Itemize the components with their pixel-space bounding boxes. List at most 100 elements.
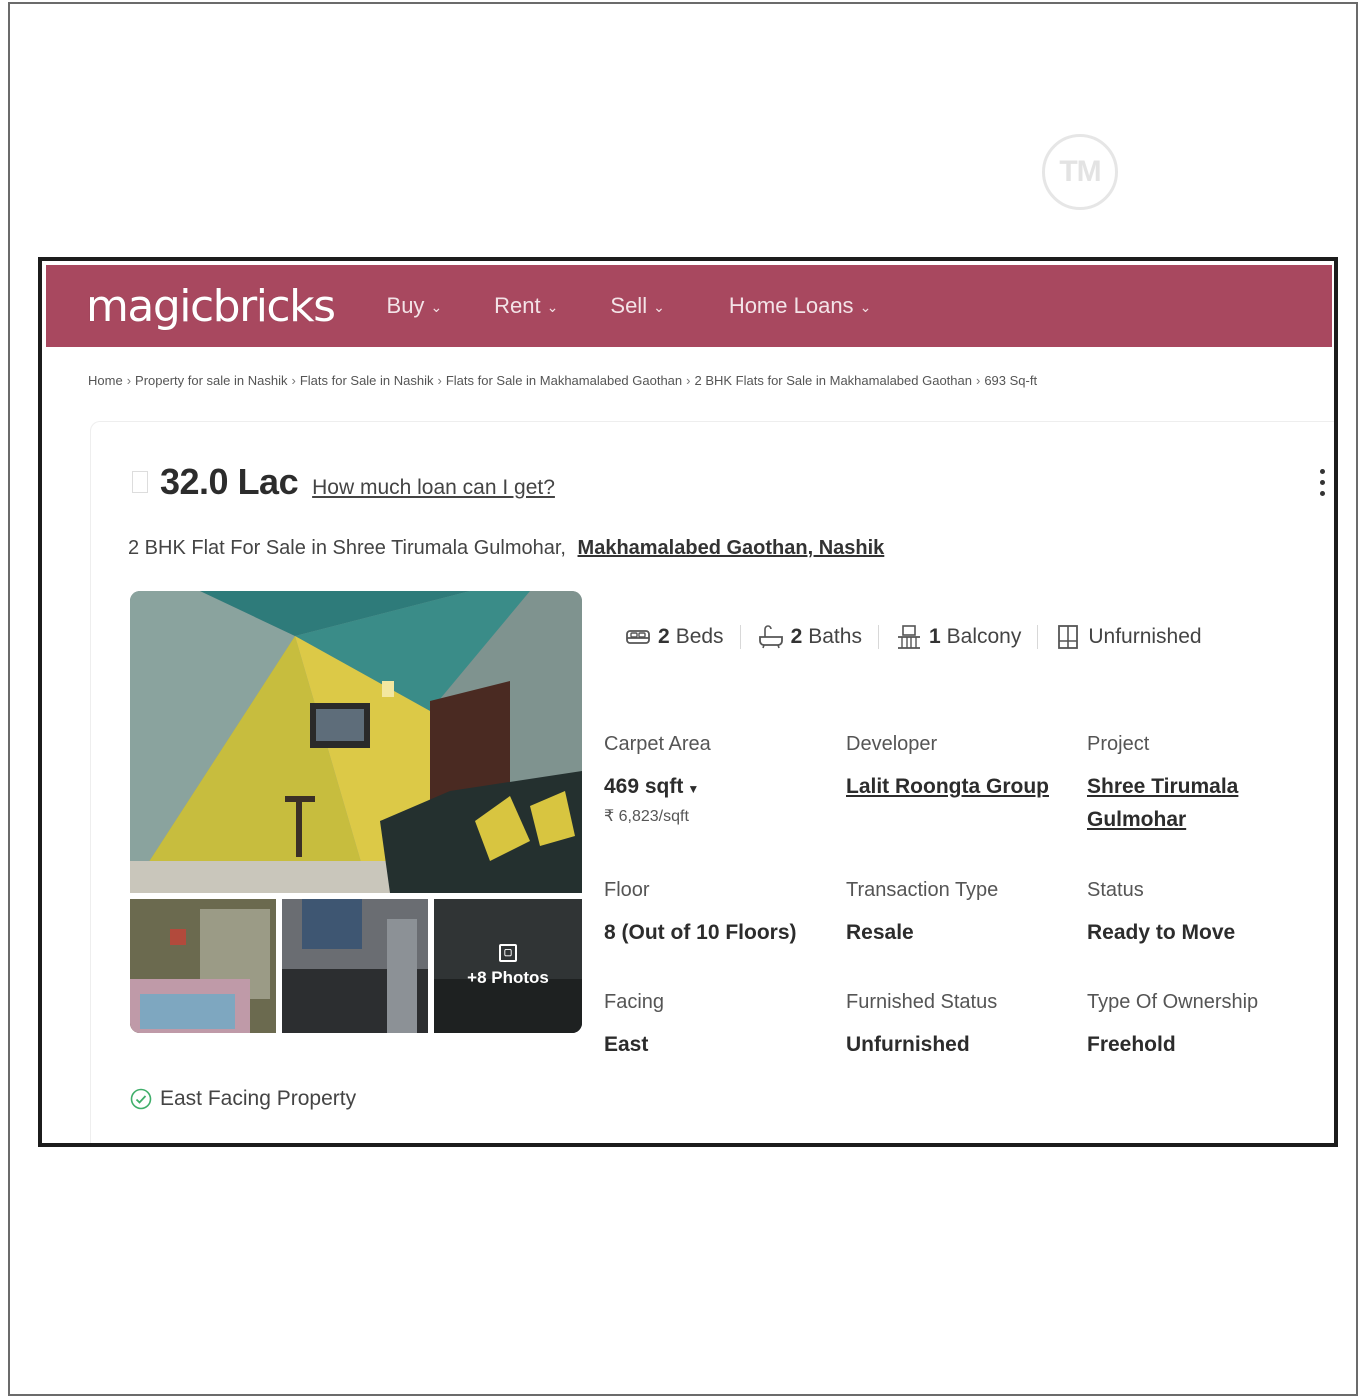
- developer-label: Developer: [846, 733, 938, 755]
- breadcrumb: Home › Property for sale in Nashik › Flats f…: [88, 373, 1037, 388]
- breadcrumb-home[interactable]: Home: [88, 373, 123, 388]
- detail-floor: Floor 8 (Out of 10 Floors): [604, 879, 797, 949]
- price-per-sqft: ₹ 6,823/sqft: [604, 808, 689, 825]
- bathtub-icon: [758, 625, 783, 649]
- main-property-photo[interactable]: [130, 591, 582, 893]
- nav-home-loans[interactable]: Home Loans ⌄: [729, 293, 871, 319]
- tm-text: TM: [1059, 155, 1101, 188]
- bed-icon: [626, 630, 650, 644]
- breadcrumb-current: 693 Sq-ft: [984, 373, 1038, 388]
- amenity-balcony: 1 Balcony: [895, 623, 1021, 651]
- trademark-watermark: TM: [1042, 134, 1118, 210]
- listing-subtitle: 2 BHK Flat For Sale in Shree Tirumala Gu…: [128, 537, 884, 560]
- nav-buy[interactable]: Buy ⌄: [387, 293, 443, 319]
- project-link[interactable]: Shree Tirumala Gulmohar: [1087, 770, 1238, 836]
- listing-price: 32.0 Lac: [160, 461, 299, 502]
- status-label: Status: [1087, 879, 1144, 901]
- floor-value: 8 (Out of 10 Floors): [604, 921, 797, 944]
- amenities-bar: 2 Beds 2 Baths 1 Balcony Unfurnished: [624, 623, 1202, 651]
- detail-developer: Developer Lalit Roongta Group: [846, 733, 1049, 803]
- facing-value: East: [604, 1033, 649, 1056]
- locality-link[interactable]: Makhamalabed Gaothan, Nashik: [578, 537, 885, 559]
- baths-count: 2: [790, 625, 803, 648]
- ownership-value: Freehold: [1087, 1033, 1176, 1056]
- divider: [877, 625, 879, 649]
- nav-rent-label: Rent: [494, 293, 541, 318]
- amenity-beds: 2 Beds: [624, 623, 724, 651]
- detail-carpet-area: Carpet Area 469 sqft ▼ ₹ 6,823/sqft: [604, 733, 711, 826]
- beds-label: Beds: [675, 625, 724, 648]
- detail-transaction-type: Transaction Type Resale: [846, 879, 998, 949]
- ownership-label: Type Of Ownership: [1087, 991, 1259, 1013]
- furnished-status-label: Furnished Status: [846, 991, 998, 1013]
- transaction-type-label: Transaction Type: [846, 879, 999, 901]
- price-row: 32.0 Lac How much loan can I get?: [132, 461, 555, 503]
- breadcrumb-property-nashik[interactable]: Property for sale in Nashik: [135, 373, 287, 388]
- chevron-down-icon: ⌄: [430, 298, 443, 315]
- caret-down-icon: ▼: [687, 782, 700, 796]
- developer-link[interactable]: Lalit Roongta Group: [846, 770, 1049, 803]
- nav-sell-label: Sell: [610, 293, 648, 318]
- nav-rent[interactable]: Rent ⌄: [494, 293, 558, 319]
- chevron-down-icon: ⌄: [653, 298, 665, 315]
- amenity-furnishing: Unfurnished: [1054, 623, 1202, 651]
- thumbnail-bedroom[interactable]: [130, 899, 276, 1033]
- divider: [739, 625, 741, 649]
- screenshot-frame: magicbricks Buy ⌄ Rent ⌄ Sell ⌄ Home Loa…: [38, 257, 1338, 1147]
- chevron-down-icon: ⌄: [546, 298, 559, 315]
- thumbnail-more-photos[interactable]: ▢ +8 Photos: [434, 899, 582, 1033]
- magicbricks-logo[interactable]: magicbricks: [86, 281, 336, 332]
- breadcrumb-separator-icon: ›: [975, 373, 981, 388]
- facing-label: Facing: [604, 991, 665, 1013]
- transaction-type-value: Resale: [846, 921, 914, 944]
- east-facing-label: East Facing Property: [160, 1087, 357, 1110]
- nav-buy-label: Buy: [386, 293, 425, 318]
- living-room-photo: [130, 591, 582, 893]
- project-link-line2: Gulmohar: [1087, 808, 1187, 831]
- top-navigation-bar: magicbricks Buy ⌄ Rent ⌄ Sell ⌄ Home Loa…: [46, 265, 1332, 347]
- nav-sell[interactable]: Sell ⌄: [610, 293, 664, 319]
- bedroom-photo: [130, 899, 276, 1033]
- loan-eligibility-link[interactable]: How much loan can I get?: [312, 476, 555, 500]
- more-photos-overlay[interactable]: ▢ +8 Photos: [434, 899, 582, 1033]
- detail-project: Project Shree Tirumala Gulmohar: [1087, 733, 1238, 836]
- balcony-icon: [897, 625, 920, 649]
- breadcrumb-flats-nashik[interactable]: Flats for Sale in Nashik: [300, 373, 434, 388]
- status-value: Ready to Move: [1087, 921, 1236, 944]
- rupee-icon: [132, 471, 148, 493]
- photo-gallery: ▢ +8 Photos: [130, 591, 582, 1035]
- check-circle-icon: [130, 1088, 152, 1110]
- project-label: Project: [1087, 733, 1150, 755]
- breadcrumb-separator-icon: ›: [437, 373, 442, 388]
- carpet-area-value: 469 sqft: [604, 775, 684, 798]
- carpet-area-value-row[interactable]: 469 sqft ▼: [604, 770, 711, 806]
- breadcrumb-separator-icon: ›: [291, 373, 296, 388]
- more-options-icon[interactable]: [1320, 469, 1328, 496]
- kitchen-photo: [282, 899, 428, 1033]
- floor-label: Floor: [604, 879, 650, 901]
- breadcrumb-2bhk-makhamalabed[interactable]: 2 BHK Flats for Sale in Makhamalabed Gao…: [695, 373, 972, 388]
- chevron-down-icon: ⌄: [859, 298, 872, 315]
- breadcrumb-flats-makhamalabed[interactable]: Flats for Sale in Makhamalabed Gaothan: [446, 373, 682, 388]
- thumbnail-kitchen[interactable]: [282, 899, 428, 1033]
- balcony-count: 1: [928, 625, 941, 648]
- gallery-icon: ▢: [499, 944, 517, 962]
- nav-home-loans-label: Home Loans: [728, 293, 854, 318]
- east-facing-badge: East Facing Property: [130, 1087, 356, 1111]
- detail-ownership: Type Of Ownership Freehold: [1087, 991, 1258, 1061]
- beds-count: 2: [658, 625, 670, 648]
- balcony-label: Balcony: [946, 625, 1022, 648]
- listing-title: 2 BHK Flat For Sale in Shree Tirumala Gu…: [128, 537, 566, 559]
- furnished-status-value: Unfurnished: [846, 1033, 970, 1056]
- breadcrumb-separator-icon: ›: [686, 373, 691, 388]
- breadcrumb-separator-icon: ›: [126, 373, 132, 388]
- amenity-baths: 2 Baths: [757, 623, 862, 651]
- furnishing-label: Unfurnished: [1088, 625, 1202, 648]
- detail-facing: Facing East: [604, 991, 664, 1061]
- detail-status: Status Ready to Move: [1087, 879, 1235, 949]
- project-link-line1: Shree Tirumala: [1087, 775, 1239, 798]
- baths-label: Baths: [808, 625, 862, 648]
- more-photos-label: +8 Photos: [467, 968, 549, 987]
- carpet-area-label: Carpet Area: [604, 733, 711, 755]
- wardrobe-icon: [1058, 625, 1079, 649]
